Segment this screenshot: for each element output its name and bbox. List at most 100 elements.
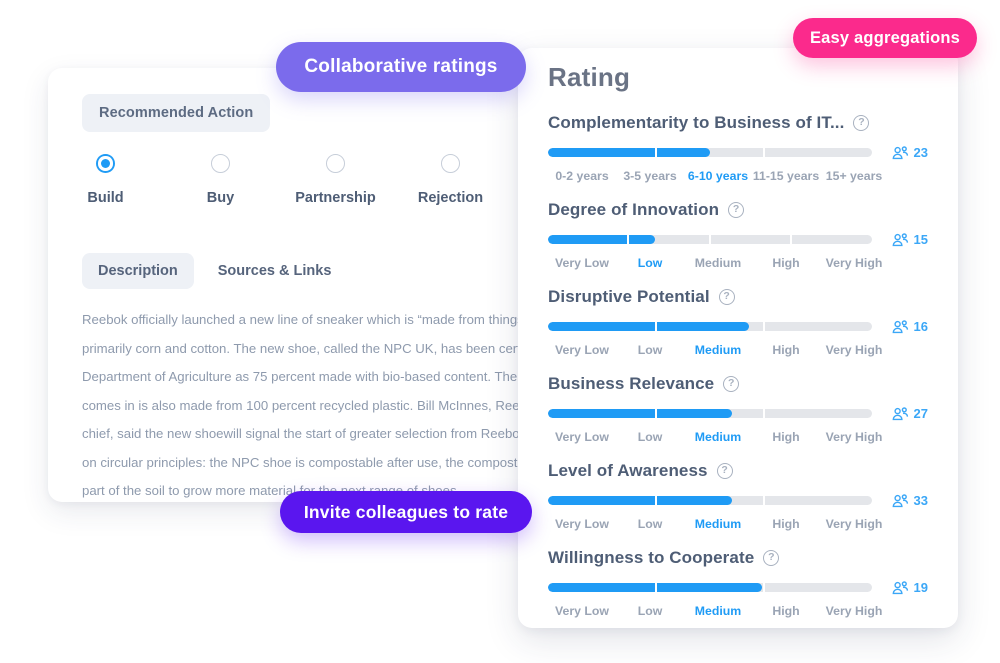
rating-scale-labels: Very Low Low Medium High Very High bbox=[548, 256, 888, 270]
rating-scale-label[interactable]: 6-10 years bbox=[684, 169, 752, 183]
rating-criterion-label: Level of Awareness bbox=[548, 461, 708, 480]
opportunity-detail-card: Recommended Action Build Buy Partnership Re… bbox=[48, 68, 535, 502]
rating-scale-label[interactable]: Very High bbox=[820, 256, 888, 270]
rating-criterion-label: Complementarity to Business of IT... bbox=[548, 113, 845, 132]
recommended-action-chip: Recommended Action bbox=[82, 94, 271, 132]
group-icon bbox=[892, 319, 909, 334]
rating-row: Degree of Innovation? 15 Very Low Low Medium… bbox=[548, 200, 928, 270]
rating-scale-label[interactable]: Medium bbox=[684, 430, 752, 444]
bar-segment bbox=[765, 148, 872, 157]
rating-progress-bar[interactable] bbox=[548, 496, 872, 505]
rating-meter: 23 bbox=[548, 145, 928, 160]
action-option-partnership[interactable]: Partnership bbox=[278, 154, 393, 206]
rating-row-header: Complementarity to Business of IT...? bbox=[548, 113, 928, 133]
tab-description[interactable]: Description bbox=[82, 253, 194, 289]
help-icon[interactable]: ? bbox=[853, 115, 870, 131]
group-icon bbox=[892, 145, 909, 160]
rating-scale-label[interactable]: 15+ years bbox=[820, 169, 888, 183]
help-icon[interactable]: ? bbox=[716, 463, 733, 479]
rating-scale-label[interactable]: Very High bbox=[820, 517, 888, 531]
bar-segment bbox=[765, 409, 872, 418]
voter-count: 16 bbox=[892, 319, 928, 334]
rating-progress-bar[interactable] bbox=[548, 409, 872, 418]
rating-scale-label[interactable]: Medium bbox=[684, 256, 752, 270]
rating-rows-list: Complementarity to Business of IT...? 23 0… bbox=[548, 113, 928, 618]
bar-segment bbox=[548, 235, 630, 244]
group-icon bbox=[892, 493, 909, 508]
rating-scale-label[interactable]: Medium bbox=[684, 343, 752, 357]
rating-scale-label[interactable]: High bbox=[752, 343, 820, 357]
rating-row-header: Willingness to Cooperate? bbox=[548, 548, 928, 568]
help-icon[interactable]: ? bbox=[718, 289, 735, 305]
voter-count: 27 bbox=[892, 406, 928, 421]
rating-scale-label[interactable]: Very Low bbox=[548, 517, 616, 531]
tab-sources-links[interactable]: Sources & Links bbox=[202, 253, 348, 289]
rating-scale-label[interactable]: Low bbox=[616, 604, 684, 618]
help-icon[interactable]: ? bbox=[728, 202, 745, 218]
action-option-rejection[interactable]: Rejection bbox=[393, 154, 508, 206]
bar-segment bbox=[765, 496, 872, 505]
help-icon[interactable]: ? bbox=[723, 376, 740, 392]
voter-count-value: 27 bbox=[913, 406, 928, 421]
voter-count: 15 bbox=[892, 232, 928, 247]
action-option-label: Rejection bbox=[417, 190, 484, 206]
screenshot-stage: Recommended Action Build Buy Partnership Re… bbox=[0, 0, 1000, 663]
rating-progress-bar[interactable] bbox=[548, 148, 872, 157]
rating-scale-label[interactable]: 0-2 years bbox=[548, 169, 616, 183]
rating-bar-segment-dividers bbox=[548, 409, 872, 418]
voter-count: 33 bbox=[892, 493, 928, 508]
rating-scale-labels: 0-2 years 3-5 years 6-10 years 11-15 years 1… bbox=[548, 169, 888, 183]
rating-scale-label[interactable]: Low bbox=[616, 343, 684, 357]
action-option-buy[interactable]: Buy bbox=[163, 154, 278, 206]
voter-count-value: 33 bbox=[913, 493, 928, 508]
pill-easy-aggregations[interactable]: Easy aggregations bbox=[793, 18, 977, 58]
rating-scale-label[interactable]: Very Low bbox=[548, 343, 616, 357]
rating-scale-label[interactable]: High bbox=[752, 256, 820, 270]
rating-scale-label[interactable]: 11-15 years bbox=[752, 169, 820, 183]
action-option-build[interactable]: Build bbox=[48, 154, 163, 206]
rating-scale-label[interactable]: Very Low bbox=[548, 256, 616, 270]
rating-bar-segment-dividers bbox=[548, 496, 872, 505]
rating-scale-label[interactable]: Very Low bbox=[548, 604, 616, 618]
rating-bar-segment-dividers bbox=[548, 235, 872, 244]
bar-segment bbox=[548, 148, 657, 157]
rating-meter: 16 bbox=[548, 319, 928, 334]
rating-scale-label[interactable]: High bbox=[752, 604, 820, 618]
rating-scale-labels: Very Low Low Medium High Very High bbox=[548, 517, 888, 531]
pill-invite-colleagues-to-rate[interactable]: Invite colleagues to rate bbox=[280, 491, 532, 533]
rating-scale-label[interactable]: Very High bbox=[820, 430, 888, 444]
action-option-label: Buy bbox=[206, 190, 235, 206]
rating-scale-label[interactable]: Low bbox=[616, 430, 684, 444]
rating-scale-label[interactable]: Medium bbox=[684, 604, 752, 618]
detail-tabs[interactable]: Description Sources & Links bbox=[82, 253, 347, 289]
radio-unselected-icon[interactable] bbox=[326, 154, 345, 173]
rating-progress-bar[interactable] bbox=[548, 322, 872, 331]
rating-scale-label[interactable]: Very Low bbox=[548, 430, 616, 444]
pill-collaborative-ratings[interactable]: Collaborative ratings bbox=[276, 42, 526, 92]
rating-scale-label[interactable]: Low bbox=[616, 517, 684, 531]
recommended-action-radio-group[interactable]: Build Buy Partnership Rejection bbox=[48, 154, 535, 206]
rating-row: Disruptive Potential? 16 Very Low Low Medium… bbox=[548, 287, 928, 357]
rating-progress-bar[interactable] bbox=[548, 583, 872, 592]
radio-selected-icon[interactable] bbox=[96, 154, 115, 173]
rating-scale-label[interactable]: High bbox=[752, 430, 820, 444]
rating-row-header: Level of Awareness? bbox=[548, 461, 928, 481]
rating-scale-label[interactable]: Very High bbox=[820, 343, 888, 357]
rating-scale-label[interactable]: High bbox=[752, 517, 820, 531]
rating-progress-bar[interactable] bbox=[548, 235, 872, 244]
bar-segment bbox=[548, 583, 657, 592]
rating-scale-label[interactable]: Very High bbox=[820, 604, 888, 618]
radio-unselected-icon[interactable] bbox=[211, 154, 230, 173]
rating-scale-label[interactable]: Medium bbox=[684, 517, 752, 531]
bar-segment bbox=[765, 322, 872, 331]
rating-row-header: Disruptive Potential? bbox=[548, 287, 928, 307]
rating-scale-label[interactable]: Low bbox=[616, 256, 684, 270]
bar-segment bbox=[657, 583, 766, 592]
rating-scale-label[interactable]: 3-5 years bbox=[616, 169, 684, 183]
bar-segment bbox=[548, 496, 657, 505]
rating-bar-segment-dividers bbox=[548, 583, 872, 592]
rating-scale-labels: Very Low Low Medium High Very High bbox=[548, 430, 888, 444]
help-icon[interactable]: ? bbox=[763, 550, 780, 566]
radio-unselected-icon[interactable] bbox=[441, 154, 460, 173]
rating-criterion-label: Degree of Innovation bbox=[548, 200, 720, 219]
